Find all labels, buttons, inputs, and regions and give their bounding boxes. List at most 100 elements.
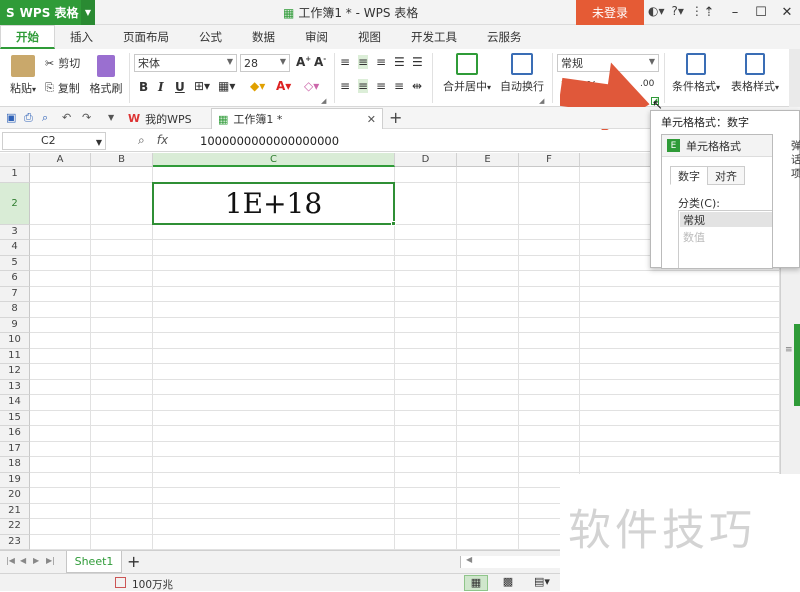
save-icon[interactable]: ▣ [6, 111, 16, 124]
bold-button[interactable]: B [139, 80, 148, 94]
format-painter-button[interactable]: 格式刷 [88, 55, 124, 96]
row-header[interactable]: 12 [0, 364, 30, 380]
upload-icon[interactable]: ⇡ [696, 0, 722, 25]
alignment-dialog-launcher-icon[interactable]: ◢ [539, 97, 544, 105]
prev-sheet-icon[interactable]: ◀ [20, 556, 26, 565]
row-header[interactable]: 21 [0, 503, 30, 519]
indent-icon[interactable]: ☰ [394, 55, 405, 69]
row-header[interactable]: 10 [0, 333, 30, 349]
grow-font-icon[interactable]: A+ [296, 55, 311, 69]
row-header[interactable]: 18 [0, 457, 30, 473]
formula-input[interactable]: 1000000000000000000 [200, 134, 339, 148]
row-header[interactable]: 11 [0, 348, 30, 364]
tab-insert[interactable]: 插入 [55, 25, 108, 49]
table-style-button[interactable]: 表格样式▾ [727, 53, 783, 94]
next-sheet-icon[interactable]: ▶ [33, 556, 39, 565]
paste-button[interactable]: 粘贴▾ [6, 55, 40, 96]
merge-center-button[interactable]: 合并居中▾ [438, 53, 496, 94]
fill-color-icon[interactable]: ◆▾ [250, 79, 265, 93]
last-sheet-icon[interactable]: ▶| [46, 556, 55, 565]
page-break-view-button[interactable]: ▩ [496, 575, 520, 591]
row-header[interactable]: 19 [0, 472, 30, 488]
cut-button[interactable]: ✂ 剪切 [45, 55, 80, 71]
font-color-icon[interactable]: A▾ [276, 79, 291, 93]
normal-view-button[interactable]: ▦ [464, 575, 488, 591]
quick-access-menu-icon[interactable]: ▼ [108, 113, 114, 122]
row-header[interactable]: 13 [0, 379, 30, 395]
row-header[interactable]: 5 [0, 255, 30, 271]
copy-button[interactable]: ⎘ 复制 [45, 80, 80, 96]
redo-icon[interactable]: ↷ [82, 111, 91, 124]
column-header[interactable]: C [153, 153, 395, 167]
row-header[interactable]: 16 [0, 426, 30, 442]
undo-icon[interactable]: ↶ [62, 111, 71, 124]
scroll-left-icon[interactable]: ◀ [466, 555, 472, 564]
row-header[interactable]: 4 [0, 240, 30, 256]
border-icon[interactable]: ⊞▾ [194, 79, 210, 93]
row-header[interactable]: 6 [0, 271, 30, 287]
selected-cell-c2[interactable]: 1E+18 [152, 181, 395, 225]
first-sheet-icon[interactable]: |◀ [6, 556, 15, 565]
add-sheet-button[interactable]: + [127, 552, 140, 571]
minimize-button[interactable]: – [722, 0, 748, 25]
name-box[interactable]: C2 ▼ [2, 132, 106, 150]
font-name-select[interactable]: 宋体 ▼ [134, 54, 237, 72]
tab-review[interactable]: 审阅 [290, 25, 343, 49]
wps-app-menu-button[interactable]: S WPS 表格 ▼ [0, 0, 95, 25]
align-left-icon[interactable]: ≡ [340, 79, 350, 93]
close-tab-icon[interactable]: ✕ [367, 113, 376, 126]
fill-handle[interactable] [391, 220, 396, 226]
ribbon-scroll[interactable] [789, 49, 800, 107]
distribute-icon[interactable]: ⇹ [412, 79, 422, 93]
row-header[interactable]: 17 [0, 441, 30, 457]
tab-developer[interactable]: 开发工具 [396, 25, 472, 49]
tab-data[interactable]: 数据 [237, 25, 290, 49]
horizontal-scrollbar[interactable]: ◀ [460, 555, 560, 568]
zoom-search-icon[interactable]: ⌕ [138, 133, 145, 148]
cell-border-style-icon[interactable]: ▦▾ [218, 79, 235, 93]
fx-button[interactable]: fx [157, 133, 168, 148]
print-preview-icon[interactable]: ⌕ [42, 111, 48, 125]
row-header[interactable]: 23 [0, 534, 30, 550]
print-icon[interactable]: ⎙ [24, 111, 33, 125]
shrink-font-icon[interactable]: A- [314, 55, 326, 69]
column-header[interactable]: D [395, 153, 457, 167]
new-tab-button[interactable]: + [389, 108, 402, 127]
row-header[interactable]: 20 [0, 488, 30, 504]
column-header[interactable]: B [91, 153, 153, 167]
column-header[interactable]: F [519, 153, 580, 167]
row-header[interactable]: 1 [0, 167, 30, 183]
sheet-tab-sheet1[interactable]: Sheet1 [66, 551, 122, 573]
conditional-format-button[interactable]: 条件格式▾ [668, 53, 724, 94]
align-bottom-icon[interactable]: ≡ [376, 55, 386, 69]
row-header[interactable]: 15 [0, 410, 30, 426]
font-dialog-launcher-icon[interactable]: ◢ [321, 97, 326, 105]
align-middle-icon[interactable]: ≡ [358, 55, 369, 69]
row-header[interactable]: 14 [0, 395, 30, 411]
column-header[interactable]: A [30, 153, 91, 167]
italic-button[interactable]: I [158, 80, 164, 94]
tab-page-layout[interactable]: 页面布局 [108, 25, 184, 49]
justify-icon[interactable]: ≡ [394, 79, 404, 93]
wrap-text-button[interactable]: 自动换行 [498, 53, 546, 94]
outdent-icon[interactable]: ☰ [412, 55, 423, 69]
chevron-down-icon[interactable]: ▼ [81, 0, 95, 25]
font-size-select[interactable]: 28 ▼ [240, 54, 290, 72]
align-top-icon[interactable]: ≡ [340, 55, 350, 69]
row-header[interactable]: 8 [0, 302, 30, 318]
row-header[interactable]: 2 [0, 182, 30, 225]
column-header[interactable]: E [457, 153, 519, 167]
tab-cloud[interactable]: 云服务 [472, 25, 537, 49]
align-right-icon[interactable]: ≡ [376, 79, 386, 93]
close-button[interactable]: ✕ [774, 0, 800, 25]
underline-button[interactable]: U [175, 80, 185, 94]
clear-icon[interactable]: ◇▾ [304, 79, 319, 93]
row-header[interactable]: 7 [0, 286, 30, 302]
splitter-handle-icon[interactable]: ≡ [785, 345, 793, 355]
login-button[interactable]: 未登录 [576, 0, 644, 25]
tab-home[interactable]: 开始 [0, 25, 55, 49]
skin-icon[interactable]: ◐▾ [648, 4, 665, 18]
tab-formulas[interactable]: 公式 [184, 25, 237, 49]
align-center-icon[interactable]: ≡ [358, 79, 369, 93]
doctab-workbook1[interactable]: ▦ 工作簿1 * ✕ [211, 108, 383, 129]
